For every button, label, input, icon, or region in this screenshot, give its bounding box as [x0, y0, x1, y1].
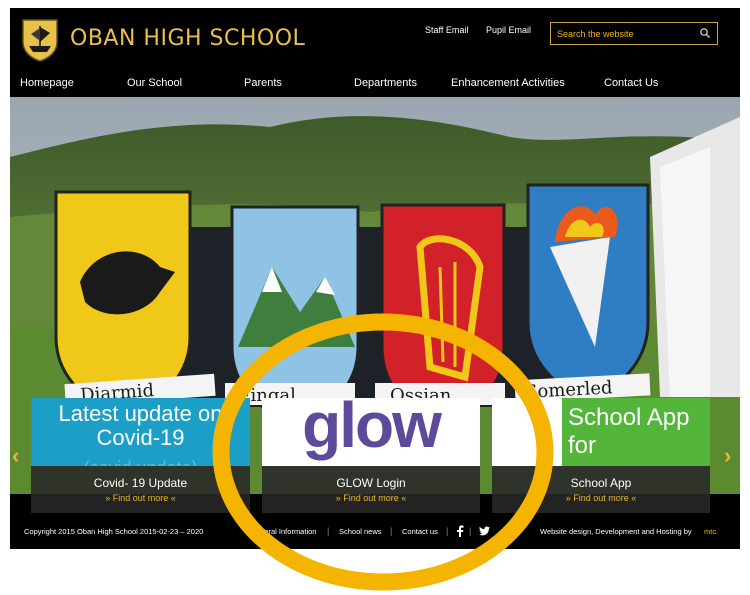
- tile-glow-art: glow: [262, 398, 480, 466]
- nav-item-parents[interactable]: Parents: [244, 77, 282, 89]
- main-nav: Homepage Our School Parents Departments …: [10, 71, 740, 97]
- covid-art-faint-text: (covid update): [31, 458, 250, 466]
- school-crest-icon[interactable]: [21, 18, 59, 62]
- site-footer: Copyright 2015 Oban High School 2015-02-…: [10, 514, 740, 549]
- pupil-email-link[interactable]: Pupil Email: [486, 25, 531, 35]
- footer-link-general-information[interactable]: eneral Information: [256, 527, 316, 536]
- footer-separator: |: [469, 526, 472, 536]
- search-input[interactable]: [551, 23, 691, 44]
- nav-item-contact-us[interactable]: Contact Us: [604, 77, 658, 89]
- twitter-icon[interactable]: [479, 526, 490, 536]
- app-art-text: School App for: [568, 404, 690, 459]
- tile-school-app[interactable]: School App for School App » Find out mor…: [492, 398, 710, 513]
- footer-separator: |: [390, 526, 393, 536]
- facebook-icon[interactable]: [456, 525, 464, 537]
- site-header: OBAN HIGH SCHOOL Staff Email Pupil Email: [10, 8, 740, 71]
- footer-link-contact-us[interactable]: Contact us: [402, 527, 438, 536]
- tile-covid-caption: Covid- 19 Update » Find out more «: [31, 466, 250, 513]
- school-name-logo[interactable]: OBAN HIGH SCHOOL: [70, 26, 305, 51]
- app-art-panel: School App for: [562, 398, 710, 466]
- tile-covid-art: Latest update on Covid-19 (covid update): [31, 398, 250, 466]
- tile-glow-more-link[interactable]: » Find out more «: [262, 493, 480, 503]
- nav-item-enhancement-activities[interactable]: Enhancement Activities: [451, 77, 565, 89]
- tile-glow-title[interactable]: GLOW Login: [262, 466, 480, 490]
- footer-separator: |: [327, 526, 330, 536]
- footer-link-school-news[interactable]: School news: [339, 527, 382, 536]
- footer-credit: Website design, Development and Hosting …: [540, 527, 692, 536]
- page-frame: OBAN HIGH SCHOOL Staff Email Pupil Email…: [10, 8, 740, 549]
- footer-separator: |: [446, 526, 449, 536]
- nav-item-our-school[interactable]: Our School: [127, 77, 182, 89]
- tile-glow-caption: GLOW Login » Find out more «: [262, 466, 480, 513]
- tile-app-caption: School App » Find out more «: [492, 466, 710, 513]
- footer-copyright: Copyright 2015 Oban High School 2015-02-…: [24, 527, 204, 536]
- tile-app-more-link[interactable]: » Find out more «: [492, 493, 710, 503]
- nav-item-homepage[interactable]: Homepage: [20, 77, 74, 89]
- chevron-left-icon[interactable]: ‹: [12, 443, 19, 469]
- tile-app-art: School App for: [492, 398, 710, 466]
- staff-email-link[interactable]: Staff Email: [425, 25, 468, 35]
- tile-app-title[interactable]: School App: [492, 466, 710, 490]
- search-box: [550, 22, 718, 45]
- chevron-right-icon[interactable]: ›: [724, 443, 731, 469]
- tile-covid-update[interactable]: Latest update on Covid-19 (covid update)…: [31, 398, 250, 513]
- footer-credit-brand-link[interactable]: mtc.: [704, 527, 718, 536]
- tile-covid-title[interactable]: Covid- 19 Update: [31, 466, 250, 490]
- tile-covid-more-link[interactable]: » Find out more «: [31, 493, 250, 503]
- nav-item-departments[interactable]: Departments: [354, 77, 417, 89]
- tile-glow-login[interactable]: glow GLOW Login » Find out more «: [262, 398, 480, 513]
- covid-art-text: Latest update on Covid-19: [58, 401, 223, 450]
- search-icon[interactable]: [699, 27, 711, 39]
- glow-logo-text: glow: [302, 398, 442, 461]
